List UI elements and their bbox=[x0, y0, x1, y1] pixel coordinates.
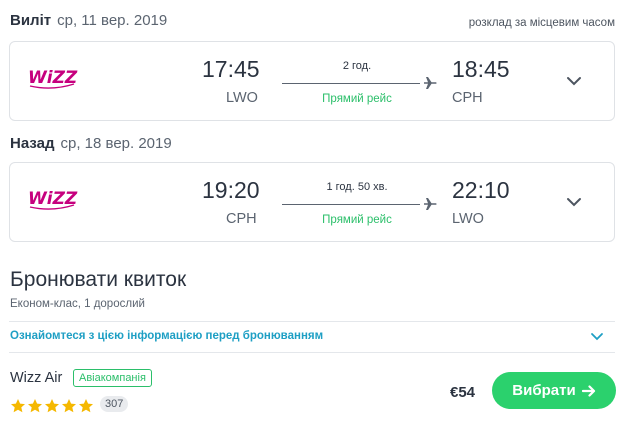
price: €54 bbox=[450, 384, 476, 401]
select-button-label: Вибрати bbox=[512, 382, 576, 399]
plane-icon bbox=[424, 198, 437, 210]
arrival-time: 18:45 bbox=[452, 56, 510, 82]
chevron-down-icon[interactable] bbox=[566, 74, 582, 88]
booking-class-info: Економ-клас, 1 дорослий bbox=[10, 298, 145, 310]
chevron-down-icon[interactable] bbox=[590, 331, 604, 343]
direct-flight-label: Прямий рейс bbox=[322, 93, 392, 105]
airline-badge: Авіакомпанія bbox=[73, 369, 152, 387]
airline-name: Wizz Air bbox=[10, 370, 63, 386]
divider bbox=[9, 352, 615, 353]
rating-stars bbox=[10, 398, 94, 414]
local-time-note: розклад за місцевим часом bbox=[468, 17, 615, 29]
select-button[interactable]: Вибрати bbox=[492, 372, 616, 409]
star-icon bbox=[45, 399, 59, 413]
star-icon bbox=[28, 399, 42, 413]
direct-flight-label: Прямий рейс bbox=[322, 214, 392, 226]
route-line bbox=[282, 204, 420, 205]
return-date: ср, 18 вер. 2019 bbox=[60, 135, 172, 152]
arrival-airport-code: CPH bbox=[452, 90, 483, 106]
return-header: Назад ср, 18 вер. 2019 bbox=[10, 135, 172, 152]
route-line bbox=[282, 83, 420, 84]
departure-airport-code: LWO bbox=[226, 90, 258, 106]
outbound-label: Виліт bbox=[10, 12, 52, 29]
return-label: Назад bbox=[10, 135, 55, 152]
star-icon bbox=[79, 399, 93, 413]
outbound-header: Виліт ср, 11 вер. 2019 bbox=[10, 12, 167, 29]
return-flight-card[interactable]: WiZZ 19:20 CPH 1 год. 50 хв. Прямий рейс… bbox=[9, 162, 615, 242]
arrival-time: 22:10 bbox=[452, 177, 510, 203]
star-icon bbox=[11, 399, 25, 413]
outbound-flight-card[interactable]: WiZZ 17:45 LWO 2 год. Прямий рейс 18:45 … bbox=[9, 41, 615, 121]
chevron-down-icon[interactable] bbox=[566, 195, 582, 209]
arrival-airport-code: LWO bbox=[452, 211, 484, 227]
flight-duration: 1 год. 50 хв. bbox=[326, 181, 388, 193]
booking-title: Бронювати квиток bbox=[10, 268, 187, 291]
departure-time: 17:45 bbox=[202, 56, 260, 82]
plane-icon bbox=[424, 77, 437, 89]
booking-info-link[interactable]: Ознайомтеся з цією інформацією перед бро… bbox=[10, 330, 323, 342]
flight-duration: 2 год. bbox=[342, 60, 372, 72]
reviews-count[interactable]: 307 bbox=[100, 396, 129, 412]
star-icon bbox=[62, 399, 76, 413]
wizz-logo-icon: WiZZ bbox=[28, 68, 78, 89]
departure-time: 19:20 bbox=[202, 177, 260, 203]
outbound-date: ср, 11 вер. 2019 bbox=[57, 12, 168, 29]
wizz-logo-icon: WiZZ bbox=[28, 189, 78, 210]
departure-airport-code: CPH bbox=[226, 211, 257, 227]
arrow-right-icon bbox=[581, 384, 595, 397]
divider bbox=[9, 321, 615, 322]
